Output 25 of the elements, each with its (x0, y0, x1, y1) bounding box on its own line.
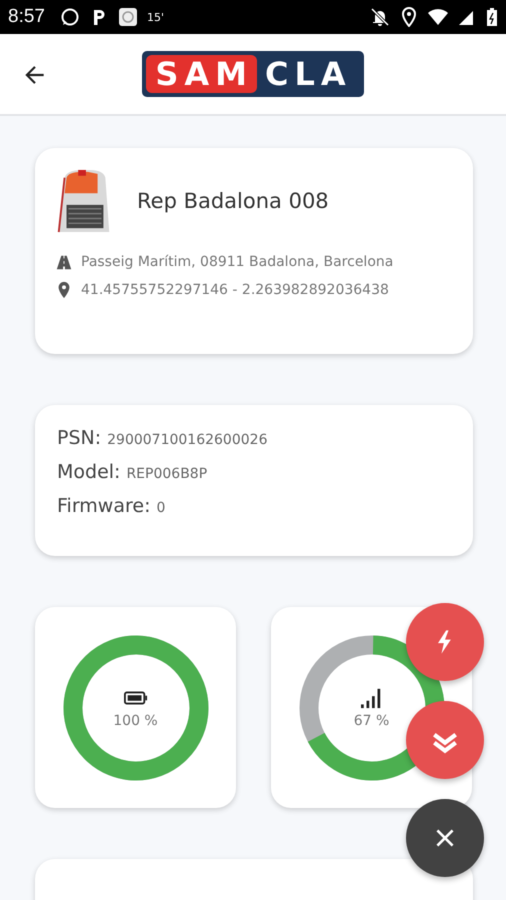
info-label: Firmware: (57, 495, 150, 517)
camera-icon (118, 7, 138, 27)
info-value: REP006B8P (126, 466, 208, 482)
battery-icon (486, 7, 498, 27)
status-time: 8:57 (8, 6, 45, 28)
chat-icon (60, 7, 80, 27)
road-icon (55, 253, 73, 271)
info-label: Model: (57, 461, 120, 483)
info-value: 290007100162600026 (107, 432, 268, 448)
signal-bars-icon (360, 686, 384, 708)
coordinates-text: 41.45755752297146 - 2.263982892036438 (81, 281, 390, 300)
gauge-reading: 67 % (354, 712, 390, 728)
gauge-reading: 100 % (113, 712, 158, 728)
info-label: PSN: (57, 427, 102, 449)
close-button[interactable] (406, 799, 484, 877)
logo-text: CLA (265, 55, 352, 93)
address-text: Passeig Marítim, 08911 Badalona, Barcelona (81, 253, 394, 272)
power-button[interactable] (406, 603, 484, 681)
device-name: Rep Badalona 008 (137, 189, 329, 213)
muted-bell-icon (370, 7, 390, 27)
info-value: 0 (156, 500, 166, 516)
logo-text: SAM (146, 55, 257, 93)
location-icon (399, 7, 419, 27)
temperature: 15' (146, 10, 164, 24)
wifi-icon (428, 7, 448, 27)
